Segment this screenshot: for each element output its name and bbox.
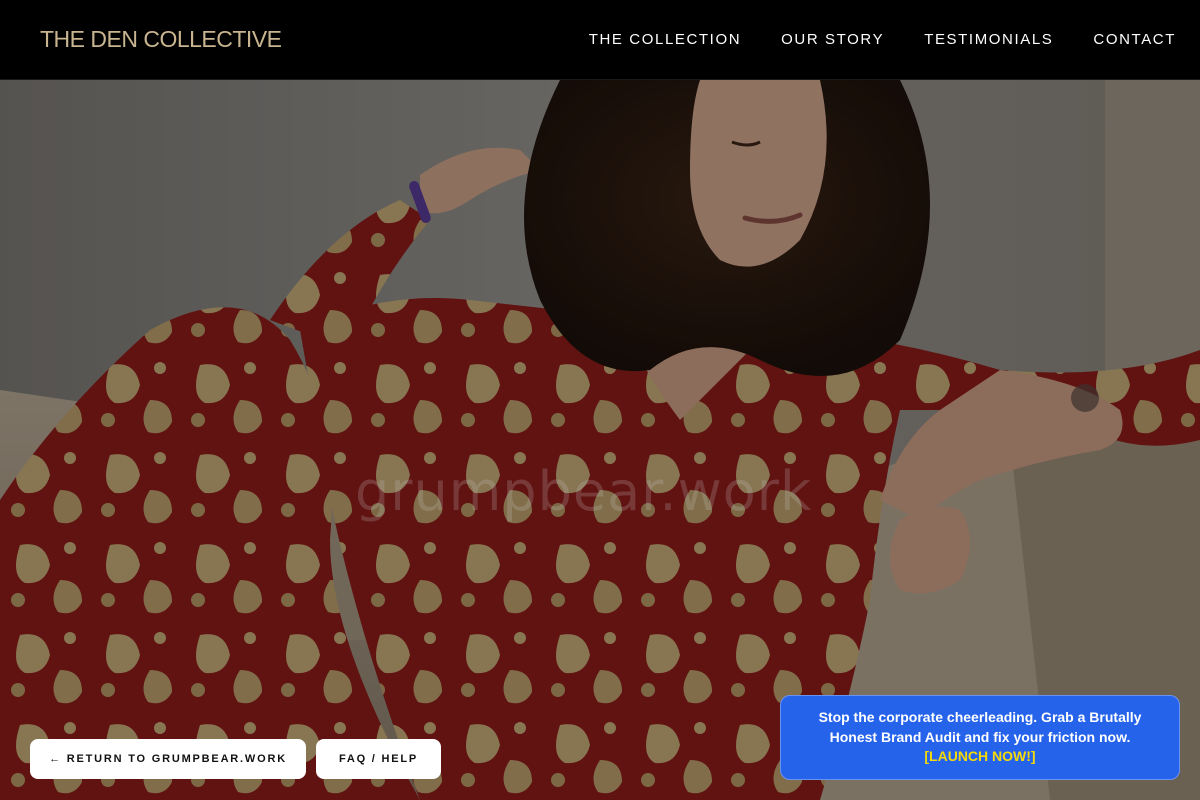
nav-contact[interactable]: CONTACT <box>1093 31 1176 48</box>
nav-the-collection[interactable]: THE COLLECTION <box>589 31 741 48</box>
brand-logo[interactable]: THE DEN COLLECTIVE <box>40 26 282 53</box>
promo-text: Stop the corporate cheerleading. Grab a … <box>818 709 1142 745</box>
page: THE DEN COLLECTIVE THE COLLECTION OUR ST… <box>0 0 1200 800</box>
site-header: THE DEN COLLECTIVE THE COLLECTION OUR ST… <box>0 0 1200 80</box>
hero-section: grumpbear.work <box>0 80 1200 800</box>
nav-our-story[interactable]: OUR STORY <box>781 31 884 48</box>
faq-help-button[interactable]: FAQ / HELP <box>316 739 441 779</box>
promo-banner[interactable]: Stop the corporate cheerleading. Grab a … <box>780 695 1180 780</box>
watermark-text: grumpbear.work <box>355 460 813 523</box>
main-nav: THE COLLECTION OUR STORY TESTIMONIALS CO… <box>589 31 1176 48</box>
nav-testimonials[interactable]: TESTIMONIALS <box>924 31 1053 48</box>
hero-overlay <box>0 80 1200 800</box>
return-button[interactable]: ← RETURN TO GRUMPBEAR.WORK <box>30 739 306 779</box>
promo-launch-link[interactable]: [LAUNCH NOW!] <box>807 747 1153 767</box>
